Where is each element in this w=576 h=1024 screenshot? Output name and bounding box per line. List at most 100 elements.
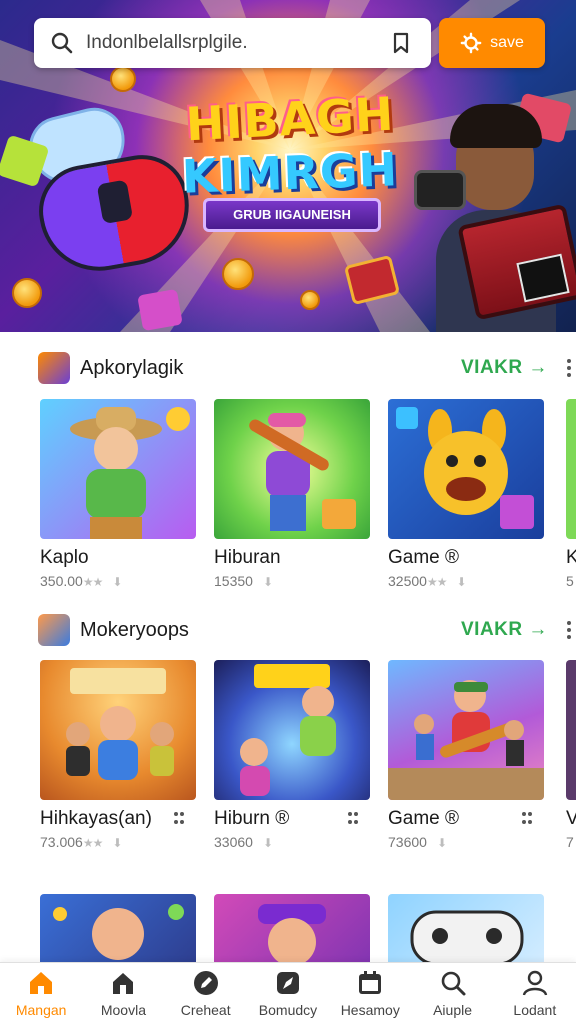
- game-controller-graphic: [410, 910, 524, 962]
- app-card-partial[interactable]: K 5: [566, 399, 576, 591]
- app-title: Game ®: [388, 547, 460, 568]
- guitar-character-graphic: [249, 413, 356, 531]
- section-title: Mokeryoops: [80, 619, 189, 641]
- nav-item-lodant[interactable]: Lodant: [494, 963, 576, 1024]
- game-character-graphic: [258, 904, 326, 962]
- save-button[interactable]: save: [439, 18, 545, 68]
- app-rating-value: 73.006: [40, 834, 83, 850]
- search-input[interactable]: Indonlbelallsrplgile.: [86, 32, 389, 54]
- app-rating-value: 32500: [388, 573, 427, 589]
- card-options-icon[interactable]: [172, 810, 186, 826]
- app-meta: 32500★★ ⬇: [388, 573, 467, 589]
- app-title: Hiburan: [214, 547, 281, 568]
- app-card-partial[interactable]: V 7: [566, 660, 576, 852]
- pencil-icon: [193, 971, 218, 995]
- nav-item-moovla[interactable]: Moovla: [82, 963, 164, 1024]
- app-rating-value: 15350: [214, 573, 253, 589]
- app-card[interactable]: Game ® 32500★★ ⬇: [388, 399, 544, 591]
- app-thumbnail: [388, 399, 544, 539]
- view-more-link[interactable]: VIAKR →: [461, 619, 548, 641]
- app-thumbnail: [214, 894, 370, 962]
- app-meta: 15350 ⬇: [214, 573, 273, 589]
- star-rating-icon: ★★: [82, 575, 103, 589]
- app-thumbnail: [388, 894, 544, 962]
- golden-mascot-graphic: [396, 407, 534, 529]
- hero-title-line2: KIMRGH: [181, 142, 399, 204]
- game-character-graphic: [53, 904, 184, 960]
- nav-item-hesamoy[interactable]: Hesamoy: [329, 963, 411, 1024]
- app-meta: 73.006★★ ⬇: [40, 834, 122, 850]
- app-thumbnail: [214, 399, 370, 539]
- rocket-icon: [276, 972, 299, 994]
- coin-graphic: [12, 278, 42, 308]
- coin-graphic: [110, 66, 136, 92]
- app-thumbnail: [40, 894, 196, 962]
- home-icon: [30, 972, 53, 994]
- bottom-navigation: Mangan Moovla Creheat Bomudcy Hesamoy Ai…: [0, 962, 576, 1024]
- nav-item-bomudcy[interactable]: Bomudcy: [247, 963, 329, 1024]
- app-thumbnail: [388, 660, 544, 800]
- nav-label: Moovla: [100, 1002, 146, 1018]
- card-options-icon[interactable]: [520, 810, 534, 826]
- app-thumbnail: [566, 660, 576, 800]
- concert-characters-graphic: [388, 680, 544, 800]
- section-app-icon: [38, 614, 70, 646]
- search-icon: [441, 971, 466, 996]
- app-card[interactable]: Kaplo 350.00★★ ⬇: [40, 399, 196, 591]
- profile-icon: [522, 970, 548, 996]
- app-card[interactable]: [40, 894, 196, 962]
- view-more-link[interactable]: VIAKR →: [461, 357, 548, 379]
- nav-label: Lodant: [513, 1002, 557, 1018]
- save-button-label: save: [490, 34, 524, 51]
- section-app-icon: [38, 352, 70, 384]
- kebab-menu-icon[interactable]: [566, 620, 572, 640]
- nav-item-creheat[interactable]: Creheat: [165, 963, 247, 1024]
- star-rating-icon: ★★: [82, 836, 103, 850]
- hero-ribbon: GRUB IIGAUNEISH: [203, 198, 381, 232]
- nav-label: Aiuple: [433, 1002, 472, 1018]
- app-meta: 350.00★★ ⬇: [40, 573, 122, 589]
- card-options-icon[interactable]: [346, 810, 360, 826]
- app-rating-value: 350.00: [40, 573, 83, 589]
- camera-graphic: [414, 170, 466, 210]
- search-bar[interactable]: Indonlbelallsrplgile.: [34, 18, 431, 68]
- app-title: Hiburn ®: [214, 808, 290, 829]
- download-icon: ⬇: [262, 836, 273, 850]
- nav-item-home[interactable]: Mangan: [0, 963, 82, 1024]
- app-meta: 7: [566, 834, 574, 850]
- app-card[interactable]: [214, 894, 370, 962]
- pink-cube-graphic: [137, 288, 183, 332]
- download-icon: ⬇: [112, 575, 123, 589]
- app-rating-value: 73600: [388, 834, 427, 850]
- app-thumbnail: [40, 660, 196, 800]
- group-characters-graphic: [66, 668, 174, 780]
- app-title: K: [566, 547, 576, 568]
- app-card[interactable]: Hihkayas(an) 73.006★★ ⬇: [40, 660, 196, 852]
- app-rating-value: 7: [566, 834, 574, 850]
- download-icon: ⬇: [456, 575, 467, 589]
- app-card[interactable]: [388, 894, 544, 962]
- app-thumbnail: [566, 399, 576, 539]
- nav-label: Bomudcy: [258, 1002, 318, 1018]
- section-title: Apkorylagik: [80, 357, 184, 379]
- kebab-menu-icon[interactable]: [566, 358, 572, 378]
- app-card[interactable]: Game ® 73600 ⬇: [388, 660, 544, 852]
- section-header: Apkorylagik VIAKR →: [0, 348, 576, 388]
- app-card[interactable]: Hiburan 15350 ⬇: [214, 399, 370, 591]
- search-icon: [51, 32, 73, 54]
- star-rating-icon: ★★: [426, 575, 447, 589]
- app-title: V: [566, 808, 576, 829]
- coin-graphic: [300, 290, 320, 310]
- nav-label: Creheat: [180, 1002, 231, 1018]
- app-meta: 73600 ⬇: [388, 834, 447, 850]
- app-meta: 5: [566, 573, 574, 589]
- download-icon: ⬇: [112, 836, 123, 850]
- games-characters-graphic: [240, 664, 336, 796]
- nav-label: Mangan: [15, 1002, 67, 1018]
- bookmark-icon[interactable]: [389, 31, 413, 55]
- house-icon: [113, 973, 134, 994]
- nav-item-aiuple[interactable]: Aiuple: [411, 963, 493, 1024]
- calendar-icon: [359, 971, 382, 994]
- app-card[interactable]: Hiburn ® 33060 ⬇: [214, 660, 370, 852]
- app-title: Hihkayas(an): [40, 808, 152, 829]
